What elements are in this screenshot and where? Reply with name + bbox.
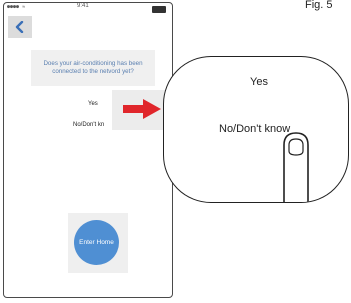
- right-arrow-icon: [123, 99, 161, 119]
- status-bar: ●●●● ≈ 9:41: [4, 3, 172, 15]
- battery-icon: [152, 6, 166, 13]
- carrier-signal: ●●●● ≈: [7, 4, 26, 10]
- status-time: 9:41: [77, 3, 89, 9]
- phone-screen: ●●●● ≈ 9:41 Does your air-conditioning h…: [3, 2, 174, 298]
- option-no-dont-know[interactable]: No/Don't kn: [73, 122, 104, 128]
- chevron-left-icon: [15, 21, 24, 33]
- enter-home-button[interactable]: Enter Home: [74, 220, 119, 265]
- option-yes[interactable]: Yes: [88, 101, 98, 107]
- figure-label: Fig. 5: [305, 0, 333, 11]
- zoom-option-yes[interactable]: Yes: [250, 76, 268, 88]
- enter-home-tile: Enter Home: [68, 213, 128, 273]
- network-question: Does your air-conditioning has been conn…: [31, 50, 155, 86]
- back-button[interactable]: [8, 16, 32, 38]
- zoom-option-no-dont-know[interactable]: No/Don't know: [219, 123, 290, 135]
- zoom-callout: Yes No/Don't know: [163, 56, 349, 203]
- finger-pointer-icon: [283, 132, 309, 202]
